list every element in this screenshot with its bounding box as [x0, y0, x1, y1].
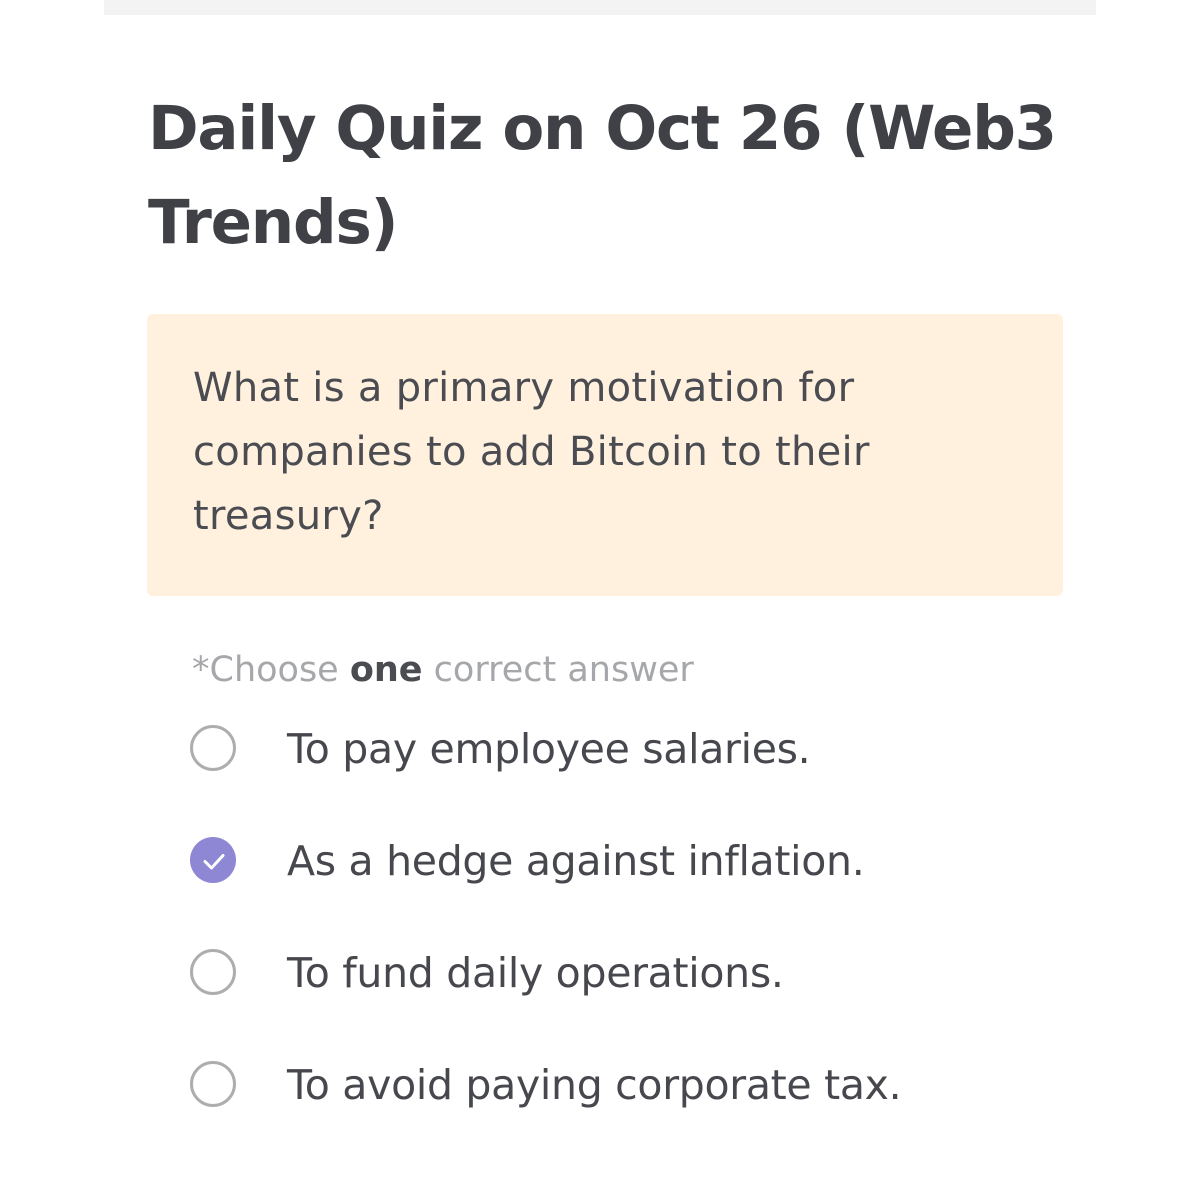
page-title: Daily Quiz on Oct 26 (Web3 Trends): [148, 93, 1057, 258]
answer-option-2[interactable]: As a hedge against inflation.: [190, 832, 1090, 892]
answer-option-1[interactable]: To pay employee salaries.: [190, 720, 1090, 780]
answer-option-label: To avoid paying corporate tax.: [287, 1061, 902, 1109]
answer-option-3[interactable]: To fund daily operations.: [190, 944, 1090, 1004]
answer-option-label: To pay employee salaries.: [287, 725, 811, 773]
radio-empty-icon[interactable]: [190, 725, 236, 771]
answer-option-label: As a hedge against inflation.: [287, 837, 865, 885]
question-text: What is a primary motivation for compani…: [193, 365, 870, 539]
question-card: What is a primary motivation for compani…: [147, 314, 1063, 596]
instruction-suffix: correct answer: [422, 650, 694, 690]
instruction-emphasis: one: [349, 650, 423, 690]
check-icon[interactable]: [190, 837, 236, 883]
radio-empty-icon[interactable]: [190, 1061, 236, 1107]
instruction-prefix: *Choose: [192, 650, 350, 690]
answer-instruction: *Choose one correct answer: [192, 645, 694, 695]
answer-option-label: To fund daily operations.: [287, 949, 784, 997]
top-divider-strip: [104, 0, 1096, 15]
radio-empty-icon[interactable]: [190, 949, 236, 995]
answer-option-4[interactable]: To avoid paying corporate tax.: [190, 1056, 1090, 1116]
